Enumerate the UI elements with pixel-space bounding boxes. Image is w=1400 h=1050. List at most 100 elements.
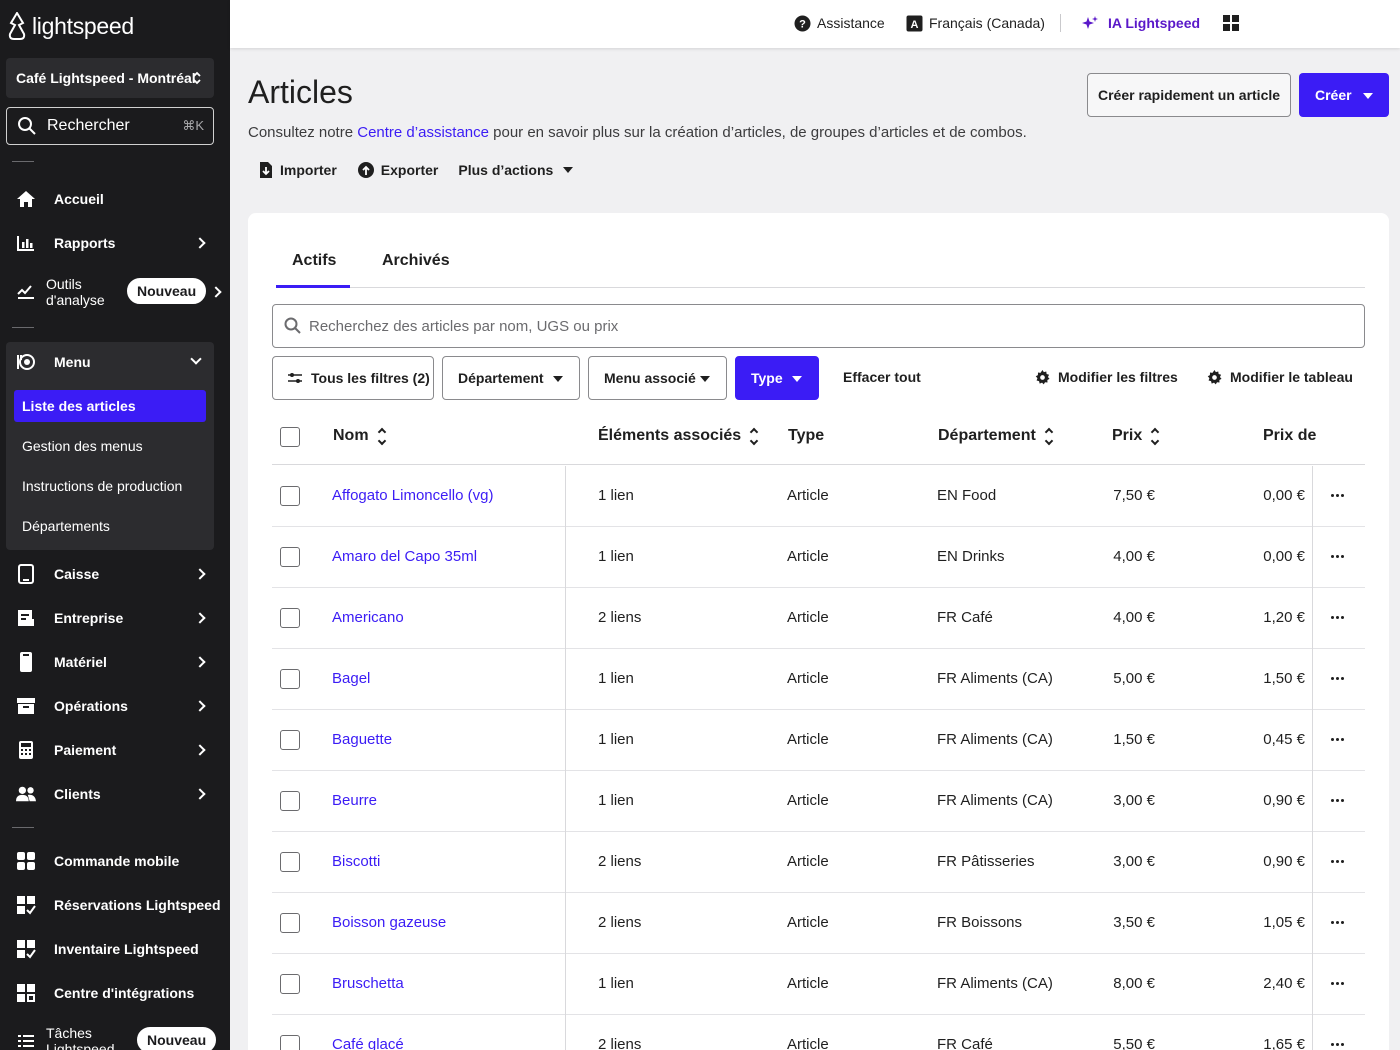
tab-archives[interactable]: Archivés bbox=[382, 252, 450, 270]
sidebar-item-reservations[interactable]: Réservations Lightspeed bbox=[0, 893, 230, 917]
table-row[interactable]: Café glacé 2 liens Article FR Café 5,50 € 1,6… bbox=[272, 1015, 1365, 1050]
item-search-input[interactable]: Recherchez des articles par nom, UGS ou … bbox=[272, 304, 1365, 348]
sidebar-item-label: Opérations bbox=[54, 698, 128, 714]
more-options-icon[interactable] bbox=[1331, 677, 1344, 680]
row-checkbox[interactable] bbox=[280, 1035, 300, 1050]
sidebar-subitem-departements[interactable]: Départements bbox=[14, 510, 206, 542]
edit-table-button[interactable]: Modifier le tableau bbox=[1207, 369, 1353, 385]
item-name-link[interactable]: Bagel bbox=[332, 670, 370, 687]
menu-assoc-filter[interactable]: Menu associé bbox=[588, 356, 727, 400]
sidebar-item-outils-analyse[interactable]: Outils d'analyse Nouveau bbox=[0, 275, 230, 309]
archive-icon bbox=[16, 696, 36, 716]
import-button[interactable]: Importer bbox=[258, 161, 337, 179]
search-label: Rechercher bbox=[47, 117, 130, 134]
sidebar-item-materiel[interactable]: Matériel bbox=[0, 650, 230, 674]
language-selector[interactable]: A Français (Canada) bbox=[906, 13, 1045, 33]
sidebar-item-taches[interactable]: Tâches Lightspeed Nouveau bbox=[0, 1024, 230, 1050]
apps-grid-icon bbox=[1223, 15, 1239, 31]
item-name-link[interactable]: Baguette bbox=[332, 731, 392, 748]
more-actions-button[interactable]: Plus d’actions bbox=[458, 161, 574, 179]
row-checkbox[interactable] bbox=[280, 852, 300, 872]
sidebar-item-entreprise[interactable]: Entreprise bbox=[0, 606, 230, 630]
column-header-name[interactable]: Nom bbox=[333, 427, 386, 445]
select-all-checkbox[interactable] bbox=[280, 427, 300, 447]
item-name-link[interactable]: Boisson gazeuse bbox=[332, 914, 446, 931]
more-options-icon[interactable] bbox=[1331, 738, 1344, 741]
more-options-icon[interactable] bbox=[1331, 494, 1344, 497]
store-selector[interactable]: Café Lightspeed - Montréal bbox=[6, 58, 214, 98]
more-options-icon[interactable] bbox=[1331, 555, 1344, 558]
clear-all-button[interactable]: Effacer tout bbox=[843, 369, 921, 385]
language-label: Français (Canada) bbox=[929, 15, 1045, 31]
item-name-link[interactable]: Amaro del Capo 35ml bbox=[332, 548, 477, 565]
department-filter[interactable]: Département bbox=[442, 356, 580, 400]
sidebar-item-inventaire[interactable]: Inventaire Lightspeed bbox=[0, 937, 230, 961]
column-header-cost[interactable]: Prix de bbox=[1263, 427, 1316, 445]
row-checkbox[interactable] bbox=[280, 547, 300, 567]
help-link[interactable]: ? Assistance bbox=[794, 13, 885, 33]
sidebar-subitem-gestion-menus[interactable]: Gestion des menus bbox=[14, 430, 206, 462]
row-checkbox[interactable] bbox=[280, 974, 300, 994]
table-row[interactable]: Biscotti 2 liens Article FR Pâtisseries 3,00… bbox=[272, 832, 1365, 893]
sidebar-item-caisse[interactable]: Caisse bbox=[0, 562, 230, 586]
row-checkbox[interactable] bbox=[280, 669, 300, 689]
sidebar-item-integrations[interactable]: Centre d'intégrations bbox=[0, 981, 230, 1005]
sidebar-search[interactable]: Rechercher ⌘K bbox=[6, 107, 214, 145]
column-header-linked[interactable]: Éléments associés bbox=[598, 427, 759, 445]
row-checkbox[interactable] bbox=[280, 913, 300, 933]
sidebar-item-accueil[interactable]: Accueil bbox=[0, 187, 230, 211]
table-row[interactable]: Amaro del Capo 35ml 1 lien Article EN Drink… bbox=[272, 527, 1365, 588]
create-button[interactable]: Créer bbox=[1299, 73, 1389, 117]
more-options-icon[interactable] bbox=[1331, 860, 1344, 863]
item-name-link[interactable]: Café glacé bbox=[332, 1036, 404, 1050]
item-name-link[interactable]: Biscotti bbox=[332, 853, 380, 870]
ai-assistant-link[interactable]: IA Lightspeed bbox=[1082, 13, 1200, 33]
table-row[interactable]: Americano 2 liens Article FR Café 4,00 € 1,20… bbox=[272, 588, 1365, 649]
row-checkbox[interactable] bbox=[280, 486, 300, 506]
sidebar-subitem-instructions[interactable]: Instructions de production bbox=[14, 470, 206, 502]
more-options-icon[interactable] bbox=[1331, 799, 1344, 802]
sidebar-item-menu[interactable]: Menu bbox=[6, 342, 214, 382]
row-checkbox[interactable] bbox=[280, 608, 300, 628]
edit-filters-button[interactable]: Modifier les filtres bbox=[1035, 369, 1178, 385]
sliders-icon bbox=[288, 373, 302, 383]
sidebar-item-paiement[interactable]: Paiement bbox=[0, 738, 230, 762]
table-row[interactable]: Bagel 1 lien Article FR Aliments (CA) 5,00 €… bbox=[272, 649, 1365, 710]
row-checkbox[interactable] bbox=[280, 730, 300, 750]
sidebar-subitem-liste-articles[interactable]: Liste des articles bbox=[14, 390, 206, 422]
subtitle-text: Consultez notre bbox=[248, 124, 358, 141]
item-name-link[interactable]: Beurre bbox=[332, 792, 377, 809]
row-checkbox[interactable] bbox=[280, 791, 300, 811]
item-name-link[interactable]: Bruschetta bbox=[332, 975, 404, 992]
apps-grid-button[interactable] bbox=[1223, 13, 1239, 33]
table-row[interactable]: Beurre 1 lien Article FR Aliments (CA) 3,00 … bbox=[272, 771, 1365, 832]
column-header-price[interactable]: Prix bbox=[1112, 427, 1160, 445]
sidebar-item-rapports[interactable]: Rapports bbox=[0, 231, 230, 255]
item-type: Article bbox=[787, 975, 829, 992]
tab-actifs[interactable]: Actifs bbox=[292, 252, 336, 270]
item-cost: 1,50 € bbox=[1263, 670, 1305, 687]
table-row[interactable]: Baguette 1 lien Article FR Aliments (CA) 1,5… bbox=[272, 710, 1365, 771]
more-options-icon[interactable] bbox=[1331, 982, 1344, 985]
table-row[interactable]: Boisson gazeuse 2 liens Article FR Boissons… bbox=[272, 893, 1365, 954]
menu-assoc-filter-label: Menu associé bbox=[604, 370, 696, 386]
column-header-department[interactable]: Département bbox=[938, 427, 1054, 445]
sidebar-item-clients[interactable]: Clients bbox=[0, 782, 230, 806]
more-options-icon[interactable] bbox=[1331, 921, 1344, 924]
more-options-icon[interactable] bbox=[1331, 1043, 1344, 1046]
quick-create-button[interactable]: Créer rapidement un article bbox=[1087, 73, 1291, 117]
help-center-link[interactable]: Centre d’assistance bbox=[357, 124, 489, 141]
table-row[interactable]: Bruschetta 1 lien Article FR Aliments (CA) 8… bbox=[272, 954, 1365, 1015]
item-name-link[interactable]: Affogato Limoncello (vg) bbox=[332, 487, 493, 504]
grid-icon bbox=[16, 851, 36, 871]
item-department: EN Drinks bbox=[937, 548, 1005, 565]
sidebar-item-commande-mobile[interactable]: Commande mobile bbox=[0, 849, 230, 873]
all-filters-button[interactable]: Tous les filtres (2) bbox=[272, 356, 434, 400]
item-name-link[interactable]: Americano bbox=[332, 609, 404, 626]
lightspeed-logo[interactable]: lightspeed bbox=[8, 10, 134, 42]
sidebar-item-operations[interactable]: Opérations bbox=[0, 694, 230, 718]
export-button[interactable]: Exporter bbox=[357, 161, 438, 179]
table-row[interactable]: Affogato Limoncello (vg) 1 lien Article EN … bbox=[272, 466, 1365, 527]
type-filter[interactable]: Type bbox=[735, 356, 819, 400]
more-options-icon[interactable] bbox=[1331, 616, 1344, 619]
